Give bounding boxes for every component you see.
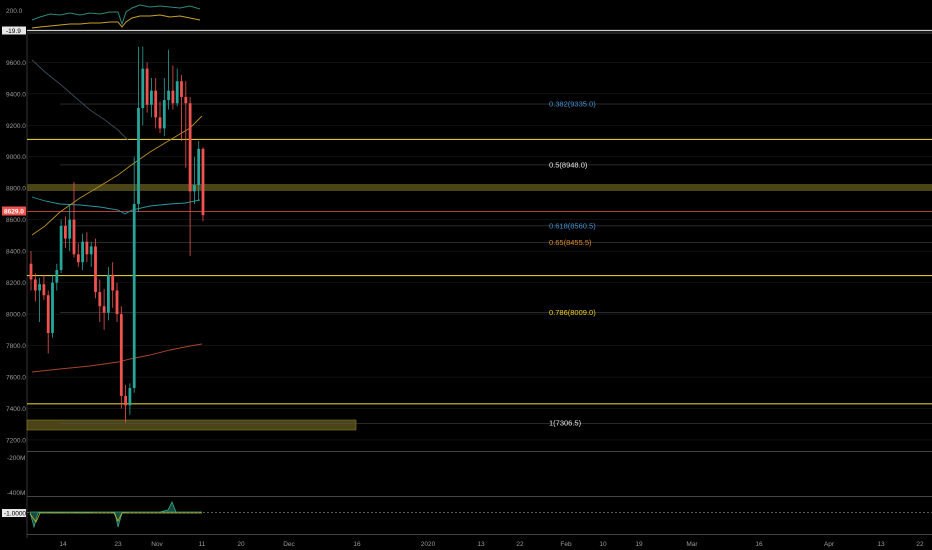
fib-level-label: 0.65(8455.5) bbox=[549, 238, 592, 247]
price-tick-label: 9200.0 bbox=[6, 123, 26, 130]
candle-body bbox=[81, 241, 84, 263]
candle-body bbox=[98, 292, 102, 307]
candle-body bbox=[46, 295, 50, 333]
time-tick-label: 11 bbox=[199, 541, 206, 548]
candle-body bbox=[85, 241, 89, 255]
time-tick-label: 20 bbox=[237, 541, 245, 548]
price-tick-label: 8200.0 bbox=[6, 280, 26, 287]
candle-body bbox=[115, 290, 119, 315]
candle-body bbox=[137, 107, 140, 204]
price-tick-label: 7400.0 bbox=[6, 406, 26, 413]
candle-body bbox=[180, 81, 183, 97]
top-pane-tick: 200.0 bbox=[6, 8, 23, 15]
candle-body bbox=[145, 68, 149, 105]
price-tick-label: 9600.0 bbox=[6, 60, 26, 67]
candle-body bbox=[42, 284, 46, 296]
time-tick-label: 14 bbox=[59, 541, 67, 548]
candle-body bbox=[193, 185, 196, 192]
candle-body bbox=[141, 68, 145, 108]
support-zone bbox=[26, 419, 357, 431]
candle-body bbox=[154, 90, 158, 118]
candle-body bbox=[89, 246, 93, 255]
candle-body bbox=[55, 270, 59, 283]
fib-level-label: 1(7306.5) bbox=[549, 419, 582, 428]
fib-level-label: 0.382(9335.0) bbox=[549, 100, 596, 109]
candle-body bbox=[162, 100, 166, 129]
last-price-badge: 8629.0 bbox=[4, 209, 24, 216]
time-tick-label: 23 bbox=[114, 541, 122, 548]
time-tick-label: 16 bbox=[353, 541, 361, 548]
candle-body bbox=[111, 274, 115, 291]
time-tick-label: Dec bbox=[283, 541, 295, 548]
candle-body bbox=[94, 246, 97, 293]
candle-body bbox=[124, 395, 127, 406]
candle-body bbox=[119, 314, 123, 396]
candle-body bbox=[76, 254, 80, 263]
resistance-zone bbox=[27, 184, 932, 191]
fib-level-label: 0.786(8009.0) bbox=[549, 308, 596, 317]
candle-body bbox=[201, 148, 205, 216]
price-tick-label: 7800.0 bbox=[6, 343, 26, 350]
price-tick-label: 9400.0 bbox=[6, 91, 26, 98]
volume-tick: -400M bbox=[7, 490, 25, 497]
candle-body bbox=[132, 203, 136, 389]
fib-level-label: 0.618(8560.5) bbox=[549, 221, 596, 230]
time-tick-label: 19 bbox=[635, 541, 643, 548]
candle-body bbox=[175, 81, 179, 104]
price-tick-label: 9000.0 bbox=[6, 154, 26, 161]
time-tick-label: 22 bbox=[916, 541, 924, 548]
candle-body bbox=[29, 263, 33, 280]
candle-body bbox=[158, 117, 162, 129]
candle-body bbox=[102, 306, 106, 313]
price-tick-label: 8000.0 bbox=[6, 312, 26, 319]
candle-body bbox=[72, 219, 76, 255]
candle-body bbox=[68, 219, 72, 239]
time-tick-label: 13 bbox=[877, 541, 885, 548]
volume-tick: -200M bbox=[7, 455, 25, 462]
candle-body bbox=[184, 96, 188, 104]
candle-body bbox=[128, 388, 132, 406]
time-tick-label: 10 bbox=[599, 541, 607, 548]
candle-body bbox=[59, 225, 63, 271]
candle-body bbox=[64, 225, 67, 239]
fib-level-label: 0.5(8948.0) bbox=[549, 160, 588, 169]
candle-body bbox=[33, 279, 37, 291]
candle-body bbox=[197, 148, 201, 186]
time-tick-label: Mar bbox=[686, 541, 698, 548]
price-tick-label: 7200.0 bbox=[6, 437, 26, 444]
candle-body bbox=[167, 90, 170, 101]
time-tick-label: 13 bbox=[477, 541, 485, 548]
price-tick-label: 8800.0 bbox=[6, 186, 26, 193]
time-tick-label: Nov bbox=[151, 541, 163, 548]
time-tick-label: 22 bbox=[516, 541, 524, 548]
candle-body bbox=[51, 282, 54, 333]
time-tick-label: 2020 bbox=[421, 541, 436, 548]
oscillator-badge: -1.0000 bbox=[4, 511, 26, 518]
candle-body bbox=[150, 90, 153, 105]
top-pane-badge: -19.9 bbox=[6, 28, 21, 35]
price-tick-label: 7600.0 bbox=[6, 375, 26, 382]
time-tick-label: Feb bbox=[560, 541, 572, 548]
candle-body bbox=[171, 90, 175, 104]
candle-body bbox=[38, 284, 41, 291]
candle-body bbox=[188, 103, 192, 192]
price-tick-label: 8400.0 bbox=[6, 249, 26, 256]
candle-body bbox=[107, 274, 110, 313]
trading-chart[interactable]: 200.0 -19.9 0.382(9335.0) 0.5(8948.0) 0.61… bbox=[0, 0, 932, 550]
price-tick-label: 8600.0 bbox=[6, 217, 26, 224]
time-tick-label: 16 bbox=[755, 541, 763, 548]
time-tick-label: Apr bbox=[824, 541, 835, 548]
